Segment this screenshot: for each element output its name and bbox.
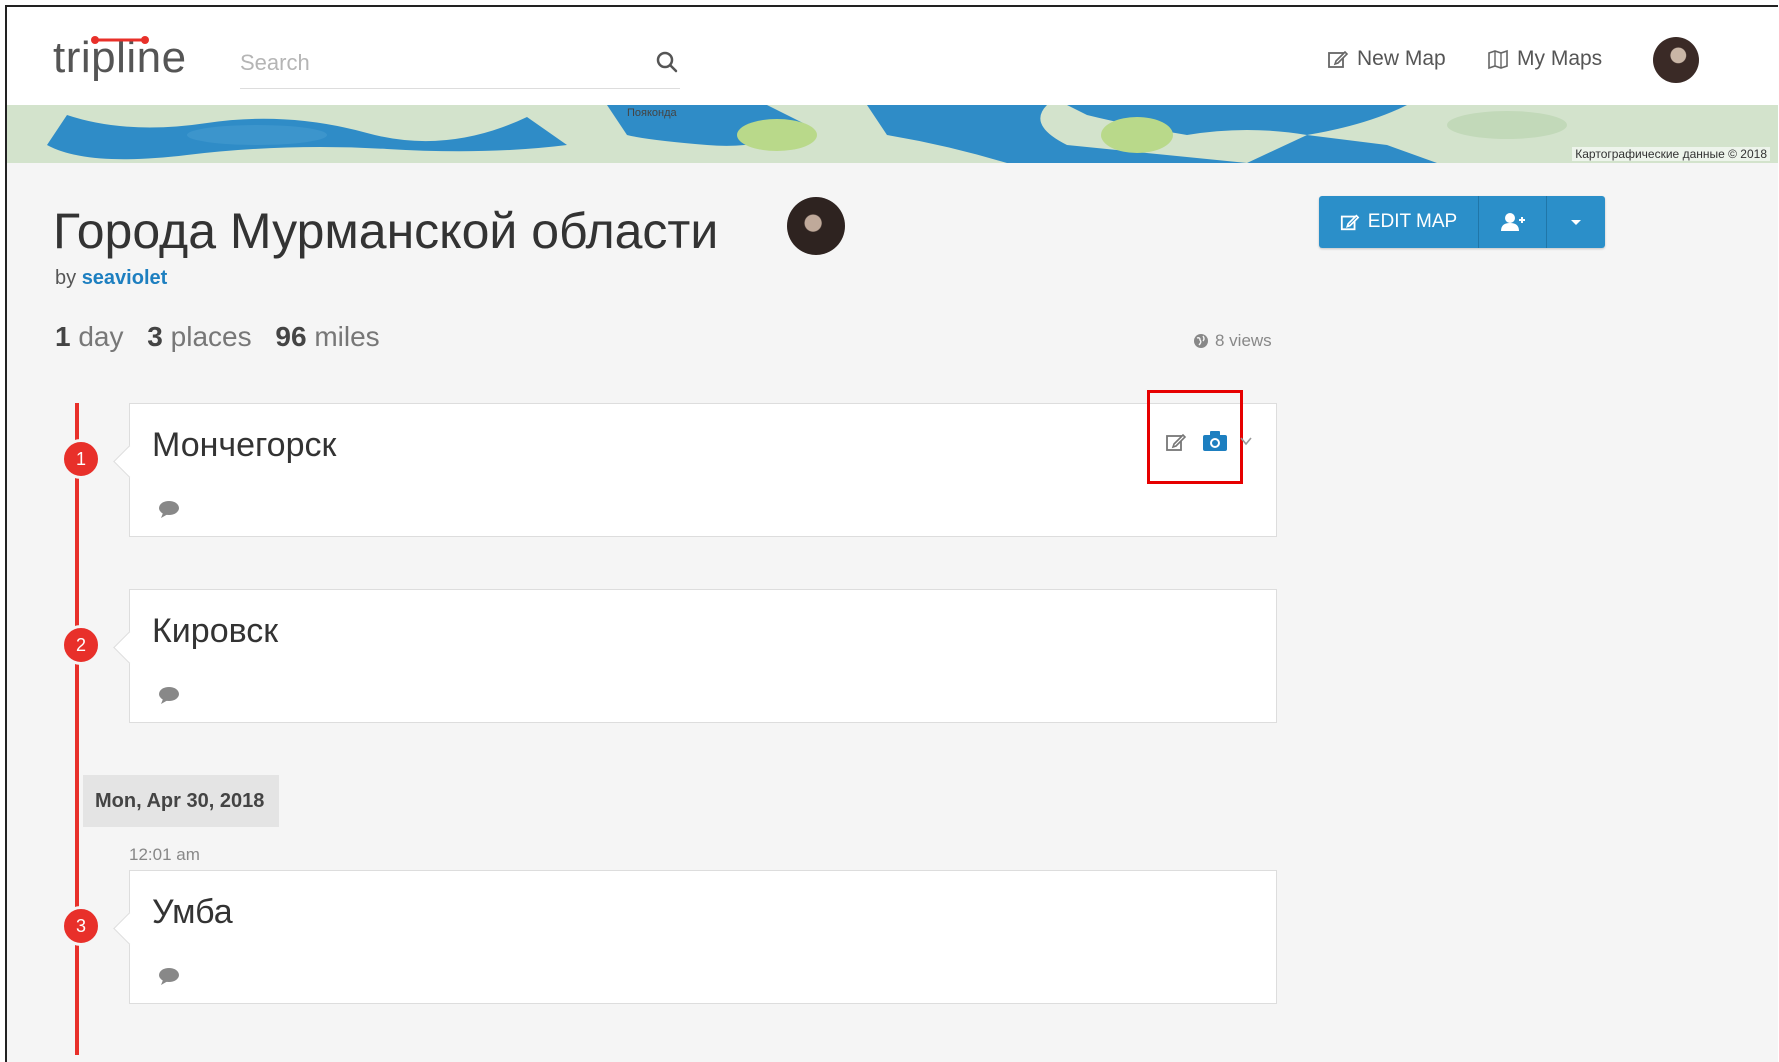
new-map-label: New Map	[1357, 47, 1446, 70]
author-avatar[interactable]	[787, 197, 845, 255]
highlight-box	[1147, 390, 1243, 484]
comment-icon[interactable]	[158, 967, 180, 985]
add-collaborator-button[interactable]	[1479, 196, 1547, 248]
search-icon[interactable]	[654, 49, 680, 75]
search-input[interactable]	[240, 39, 630, 87]
views-text: 8 views	[1215, 331, 1272, 350]
by-label: by	[55, 267, 77, 289]
place-marker: 3	[61, 906, 101, 946]
map-icon	[1488, 49, 1508, 70]
places-label: places	[170, 321, 252, 352]
map-place-label: Пояконда	[627, 107, 677, 119]
user-avatar[interactable]	[1653, 37, 1699, 83]
place-marker: 2	[61, 625, 101, 665]
timeline-line	[75, 403, 79, 1055]
author-link[interactable]: seaviolet	[82, 267, 168, 289]
places-count: 3	[147, 321, 163, 352]
top-navbar: tripline New Map My Maps	[7, 7, 1778, 105]
logo-route-icon	[91, 36, 149, 44]
place-card[interactable]: Кировск	[129, 589, 1277, 723]
edit-map-label: EDIT MAP	[1367, 211, 1458, 232]
tripline-logo[interactable]: tripline	[53, 33, 187, 83]
place-time: 12:01 am	[129, 845, 200, 864]
comment-icon[interactable]	[158, 686, 180, 704]
add-user-icon	[1500, 213, 1525, 231]
place-card[interactable]: Умба	[129, 870, 1277, 1004]
edit-icon	[1340, 214, 1360, 231]
comment-icon[interactable]	[158, 500, 180, 518]
place-name[interactable]: Кировск	[152, 612, 278, 651]
miles-count: 96	[275, 321, 307, 352]
view-count: 8 views	[1193, 331, 1272, 351]
my-maps-link[interactable]: My Maps	[1487, 47, 1602, 71]
edit-map-button[interactable]: EDIT MAP	[1319, 196, 1479, 248]
more-actions-dropdown[interactable]	[1547, 196, 1605, 248]
place-name[interactable]: Мончегорск	[152, 426, 336, 465]
edit-place-icon[interactable]	[1165, 431, 1187, 453]
search-box	[240, 39, 680, 89]
edit-icon	[1328, 50, 1349, 68]
edit-map-button-group: EDIT MAP	[1319, 196, 1605, 248]
days-count: 1	[55, 321, 71, 352]
place-name[interactable]: Умба	[152, 893, 233, 932]
new-map-link[interactable]: New Map	[1327, 47, 1446, 71]
map-credit: Картографические данные © 2018	[1572, 147, 1770, 161]
app-frame: tripline New Map My Maps	[5, 5, 1778, 1062]
my-maps-label: My Maps	[1517, 47, 1603, 70]
map-terrain	[7, 105, 1778, 163]
place-card[interactable]: Мончегорск	[129, 403, 1277, 537]
globe-icon	[1194, 334, 1208, 348]
byline: by seaviolet	[55, 267, 167, 290]
chevron-down-icon[interactable]	[1239, 434, 1253, 448]
page-title: Города Мурманской области	[53, 203, 719, 259]
days-label: day	[78, 321, 124, 352]
trip-stats: 1 day 3 places 96 miles	[55, 321, 380, 353]
place-marker: 1	[61, 439, 101, 479]
miles-label: miles	[314, 321, 380, 352]
caret-down-icon	[1571, 220, 1581, 225]
map-preview[interactable]: Пояконда Картографические данные © 2018	[7, 105, 1778, 163]
camera-icon[interactable]	[1202, 429, 1228, 453]
date-divider: Mon, Apr 30, 2018	[83, 775, 279, 827]
